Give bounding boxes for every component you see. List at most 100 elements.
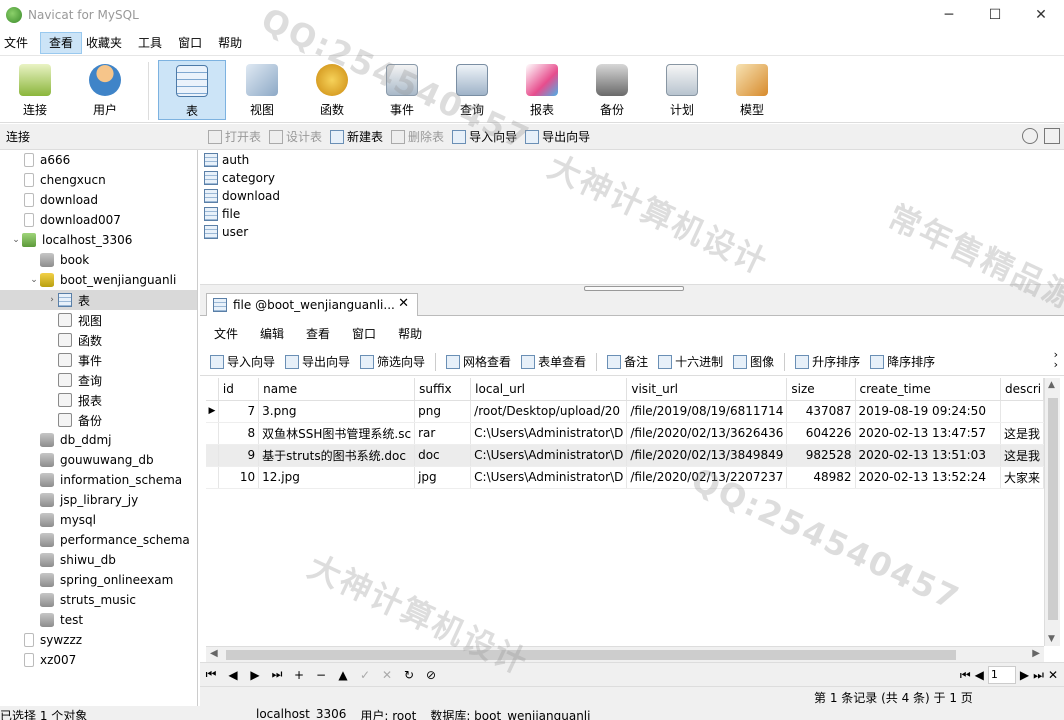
tree-item[interactable]: book xyxy=(0,250,197,270)
cell-suffix[interactable]: doc xyxy=(414,444,472,467)
table-list-item[interactable]: file xyxy=(204,205,1064,223)
grid-import-button[interactable]: 导入向导 xyxy=(210,353,275,370)
tree-item[interactable]: 函数 xyxy=(0,330,197,350)
move-up-button[interactable]: ▲ xyxy=(332,668,354,682)
tree-item[interactable]: chengxucn xyxy=(0,170,197,190)
ribbon-model[interactable]: 模型 xyxy=(718,60,786,120)
tree-item[interactable]: db_ddmj xyxy=(0,430,197,450)
column-header-create_time[interactable]: create_time xyxy=(855,378,1001,401)
tree-item[interactable]: performance_schema xyxy=(0,530,197,550)
cell-name[interactable]: 3.png xyxy=(258,400,416,423)
tree-item[interactable]: 备份 xyxy=(0,410,197,430)
ribbon-backup[interactable]: 备份 xyxy=(578,60,646,120)
tree-item[interactable]: sywzzz xyxy=(0,630,197,650)
memo-button[interactable]: 备注 xyxy=(607,353,648,370)
table-list-item[interactable]: user xyxy=(204,223,1064,241)
first-record-button[interactable]: ⏮ xyxy=(200,667,222,682)
import-wizard-button[interactable]: 导入向导 xyxy=(452,128,517,145)
next-record-button[interactable]: ▶ xyxy=(244,668,266,682)
table-row[interactable]: ▶ 7 3.png png/root/Desktop/upload/20/file/2… xyxy=(206,400,1044,423)
menu-view[interactable]: 查看 xyxy=(40,31,83,54)
cell-suffix[interactable]: jpg xyxy=(414,466,472,489)
table-list-item[interactable]: download xyxy=(204,187,1064,205)
table-row[interactable]: 8 双鱼林SSH图书管理系统.sc rar C:\Users\Administrato… xyxy=(206,422,1044,445)
column-header-local_url[interactable]: local_url xyxy=(470,378,628,401)
ribbon-view[interactable]: 视图 xyxy=(228,60,296,120)
ribbon-event[interactable]: 事件 xyxy=(368,60,436,120)
grid-export-button[interactable]: 导出向导 xyxy=(285,353,350,370)
hex-button[interactable]: 十六进制 xyxy=(658,353,723,370)
toolbar-overflow-icon[interactable]: › › xyxy=(1054,349,1058,370)
cell-size[interactable]: 604226 xyxy=(786,422,856,445)
cell-descri[interactable]: 这是我 xyxy=(1000,444,1044,467)
cell-create_time[interactable]: 2020-02-13 13:51:03 xyxy=(855,444,1001,467)
sort-desc-button[interactable]: 降序排序 xyxy=(870,353,935,370)
refresh-button[interactable]: ↻ xyxy=(398,668,420,682)
tab-file-table[interactable]: file @boot_wenjianguanli... ✕ xyxy=(206,293,418,316)
tree-item[interactable]: 事件 xyxy=(0,350,197,370)
cell-id[interactable]: 10 xyxy=(218,466,260,489)
first-page-icon[interactable]: ⏮ xyxy=(960,668,971,683)
tree-item[interactable]: test xyxy=(0,610,197,630)
table-list-item[interactable]: category xyxy=(204,169,1064,187)
column-header-descri[interactable]: descri xyxy=(1000,378,1044,401)
design-table-button[interactable]: 设计表 xyxy=(269,128,322,145)
next-page-icon[interactable]: ▶ xyxy=(1020,668,1029,682)
open-table-button[interactable]: 打开表 xyxy=(208,128,261,145)
cell-name[interactable]: 双鱼林SSH图书管理系统.sc xyxy=(258,422,416,445)
prev-record-button[interactable]: ◀ xyxy=(222,668,244,682)
ribbon-query[interactable]: 查询 xyxy=(438,60,506,120)
new-table-button[interactable]: 新建表 xyxy=(330,128,383,145)
filter-wizard-button[interactable]: 筛选向导 xyxy=(360,353,425,370)
cell-visit_url[interactable]: /file/2020/02/13/2207237 xyxy=(626,466,788,489)
column-header-visit_url[interactable]: visit_url xyxy=(626,378,788,401)
cell-suffix[interactable]: rar xyxy=(414,422,472,445)
cancel-button[interactable]: ✕ xyxy=(376,668,398,682)
column-header-name[interactable]: name xyxy=(258,378,416,401)
close-button[interactable]: ✕ xyxy=(1018,0,1064,30)
tree-item[interactable]: download xyxy=(0,190,197,210)
tree-item[interactable]: ⌄ boot_wenjianguanli xyxy=(0,270,197,290)
tree-item[interactable]: 查询 xyxy=(0,370,197,390)
cell-visit_url[interactable]: /file/2019/08/19/6811714 xyxy=(626,400,788,423)
cell-id[interactable]: 8 xyxy=(218,422,260,445)
chevron-right-icon[interactable]: › xyxy=(46,295,58,305)
ribbon-user[interactable]: 用户 xyxy=(71,60,139,120)
cell-visit_url[interactable]: /file/2020/02/13/3849849 xyxy=(626,444,788,467)
editor-menu-window[interactable]: 窗口 xyxy=(352,325,376,342)
tree-item[interactable]: a666 xyxy=(0,150,197,170)
cell-suffix[interactable]: png xyxy=(414,400,472,423)
settings-icon[interactable]: ✕ xyxy=(1048,668,1058,682)
tree-item[interactable]: xz007 xyxy=(0,650,197,670)
ribbon-schedule[interactable]: 计划 xyxy=(648,60,716,120)
tree-item[interactable]: download007 xyxy=(0,210,197,230)
last-record-button[interactable]: ⏭ xyxy=(266,667,288,682)
editor-menu-view[interactable]: 查看 xyxy=(306,325,330,342)
prev-page-icon[interactable]: ◀ xyxy=(975,668,984,682)
ribbon-report[interactable]: 报表 xyxy=(508,60,576,120)
view-mode-icon[interactable] xyxy=(1044,128,1060,144)
delete-table-button[interactable]: 删除表 xyxy=(391,128,444,145)
cell-create_time[interactable]: 2019-08-19 09:24:50 xyxy=(855,400,1001,423)
splitter-handle[interactable] xyxy=(584,286,684,291)
add-record-button[interactable]: + xyxy=(288,668,310,682)
editor-menu-edit[interactable]: 编辑 xyxy=(260,325,284,342)
cell-name[interactable]: 基于struts的图书系统.doc xyxy=(258,444,416,467)
cell-descri[interactable]: 大家来 xyxy=(1000,466,1044,489)
cell-visit_url[interactable]: /file/2020/02/13/3626436 xyxy=(626,422,788,445)
menu-tools[interactable]: 工具 xyxy=(134,34,174,51)
tree-item[interactable]: mysql xyxy=(0,510,197,530)
maximize-button[interactable]: ☐ xyxy=(972,0,1018,30)
cell-create_time[interactable]: 2020-02-13 13:52:24 xyxy=(855,466,1001,489)
chevron-down-icon[interactable]: ⌄ xyxy=(10,235,22,245)
table-row[interactable]: 9 基于struts的图书系统.doc doc C:\Users\Administra… xyxy=(206,444,1044,467)
ribbon-function[interactable]: 函数 xyxy=(298,60,366,120)
menu-window[interactable]: 窗口 xyxy=(174,34,214,51)
export-wizard-button[interactable]: 导出向导 xyxy=(525,128,590,145)
apply-button[interactable]: ✓ xyxy=(354,668,376,682)
tree-item[interactable]: spring_onlineexam xyxy=(0,570,197,590)
ribbon-connection[interactable]: 连接 xyxy=(1,60,69,120)
cell-size[interactable]: 48982 xyxy=(786,466,856,489)
tree-item[interactable]: › 表 xyxy=(0,290,197,310)
last-page-icon[interactable]: ⏭ xyxy=(1033,668,1044,683)
